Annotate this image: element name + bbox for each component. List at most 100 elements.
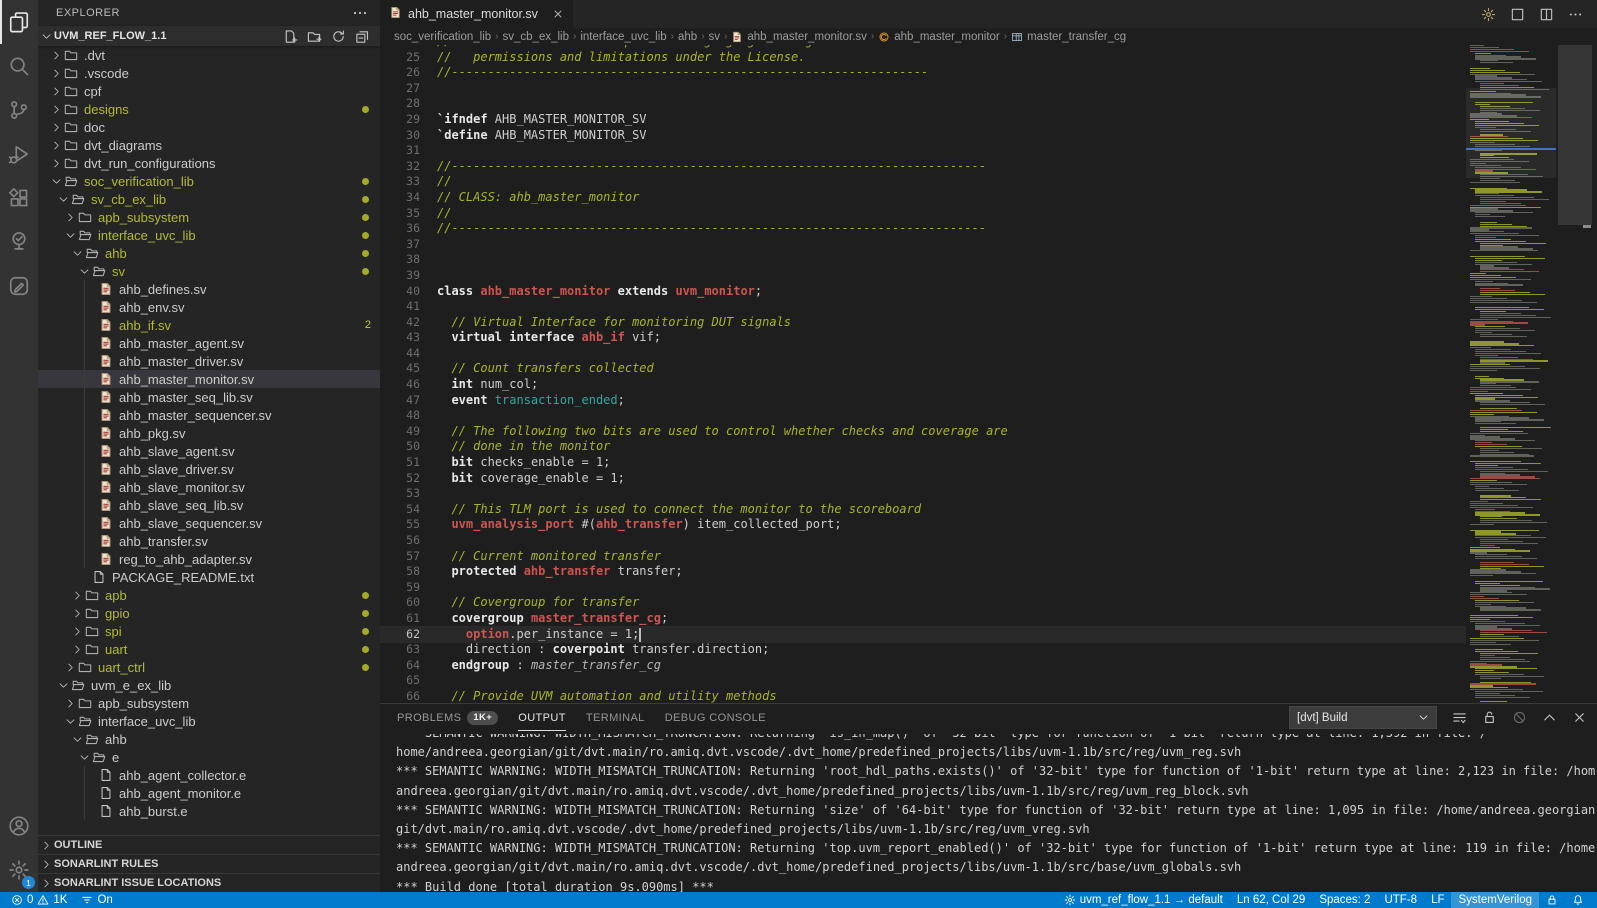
code-line[interactable]: 38	[380, 252, 1466, 268]
code-line[interactable]: 57 // Current monitored transfer	[380, 549, 1466, 565]
code-line[interactable]: 43 virtual interface ahb_if vif;	[380, 330, 1466, 346]
maximize-panel-icon[interactable]	[1542, 710, 1557, 725]
tree-item-ahb[interactable]: ahb	[38, 244, 380, 262]
section-sonarlint-issue-locations[interactable]: SONARLINT ISSUE LOCATIONS	[38, 873, 380, 892]
code-line[interactable]: 39	[380, 268, 1466, 284]
code-line[interactable]: 33//	[380, 174, 1466, 190]
code-line[interactable]: 32//------------------------------------…	[380, 159, 1466, 175]
code-line[interactable]: 61 covergroup master_transfer_cg;	[380, 611, 1466, 627]
open-changes-icon[interactable]	[1510, 7, 1525, 22]
new-file-icon[interactable]	[283, 29, 298, 44]
code-line[interactable]: 34// CLASS: ahb_master_monitor	[380, 190, 1466, 206]
tree-item-e[interactable]: e	[38, 748, 380, 766]
status-encoding[interactable]: UTF-8	[1377, 892, 1424, 908]
activity-account-button[interactable]	[0, 804, 38, 848]
activity-extensions-button[interactable]	[0, 176, 38, 220]
breadcrumb-item-ahb-master-monitor-sv[interactable]: ahb_master_monitor.sv	[731, 31, 867, 43]
tree-item-apb-subsystem[interactable]: apb_subsystem	[38, 208, 380, 226]
more-actions-icon[interactable]	[1568, 7, 1583, 22]
code-line[interactable]: 41	[380, 299, 1466, 315]
tree-item-ahb-master-monitor-sv[interactable]: ahb_master_monitor.sv	[38, 370, 380, 388]
code-line[interactable]: 28	[380, 96, 1466, 112]
code-line[interactable]: 56	[380, 533, 1466, 549]
section-outline[interactable]: OUTLINE	[38, 835, 380, 854]
activity-explorer-button[interactable]	[0, 0, 38, 44]
status-editor-lock[interactable]	[1539, 892, 1565, 908]
tree-item-ahb-master-driver-sv[interactable]: ahb_master_driver.sv	[38, 352, 380, 370]
status-eol[interactable]: LF	[1424, 892, 1451, 908]
tree-item-ahb[interactable]: ahb	[38, 730, 380, 748]
code-line[interactable]: 45 // Count transfers collected	[380, 361, 1466, 377]
code-line[interactable]: 54 // This TLM port is used to connect t…	[380, 502, 1466, 518]
code-line[interactable]: 40class ahb_master_monitor extends uvm_m…	[380, 284, 1466, 300]
code-line[interactable]: 31	[380, 143, 1466, 159]
code-line[interactable]: 51 bit checks_enable = 1;	[380, 455, 1466, 471]
workspace-root-header[interactable]: UVM_REF_FLOW_1.1	[38, 26, 380, 46]
code-line[interactable]: 60 // Covergroup for transfer	[380, 595, 1466, 611]
tree-item-sv[interactable]: sv	[38, 262, 380, 280]
status-problems-counts[interactable]: 01K	[4, 892, 74, 908]
code-line[interactable]: 29`ifndef AHB_MASTER_MONITOR_SV	[380, 112, 1466, 128]
tree-item-ahb-pkg-sv[interactable]: ahb_pkg.sv	[38, 424, 380, 442]
code-line[interactable]: 62 option.per_instance = 1;	[380, 627, 1466, 643]
activity-verification-tree-button[interactable]	[0, 220, 38, 264]
tree-item-ahb-slave-driver-sv[interactable]: ahb_slave_driver.sv	[38, 460, 380, 478]
close-panel-icon[interactable]	[1572, 710, 1587, 725]
tree-item-apb-subsystem[interactable]: apb_subsystem	[38, 694, 380, 712]
activity-search-button[interactable]	[0, 44, 38, 88]
breadcrumb-item-ahb[interactable]: ahb	[678, 31, 697, 43]
panel-tab-problems[interactable]: PROBLEMS1K+	[397, 704, 498, 731]
code-line[interactable]: 63 direction : coverpoint transfer.direc…	[380, 642, 1466, 658]
tree-item-uart-ctrl[interactable]: uart_ctrl	[38, 658, 380, 676]
code-line[interactable]: 52 bit coverage_enable = 1;	[380, 471, 1466, 487]
status-language-mode[interactable]: SystemVerilog	[1451, 892, 1539, 908]
tree-item-uvm-e-ex-lib[interactable]: uvm_e_ex_lib	[38, 676, 380, 694]
code-line[interactable]: 58 protected ahb_transfer transfer;	[380, 564, 1466, 580]
tree-item-ahb-slave-monitor-sv[interactable]: ahb_slave_monitor.sv	[38, 478, 380, 496]
tree-item-designs[interactable]: designs	[38, 100, 380, 118]
code-editor[interactable]: 24// the License for the specific langua…	[380, 45, 1466, 703]
code-line[interactable]: 49 // The following two bits are used to…	[380, 424, 1466, 440]
code-line[interactable]: 50 // done in the monitor	[380, 439, 1466, 455]
activity-edit-note-button[interactable]	[0, 264, 38, 308]
tree-item-reg-to-ahb-adapter-sv[interactable]: reg_to_ahb_adapter.sv	[38, 550, 380, 568]
code-line[interactable]: 30`define AHB_MASTER_MONITOR_SV	[380, 128, 1466, 144]
code-line[interactable]: 55 uvm_analysis_port #(ahb_transfer) ite…	[380, 517, 1466, 533]
tree-item-ahb-if-sv[interactable]: ahb_if.sv2	[38, 316, 380, 334]
tree-item-ahb-slave-agent-sv[interactable]: ahb_slave_agent.sv	[38, 442, 380, 460]
new-folder-icon[interactable]	[307, 29, 322, 44]
tree-item-ahb-transfer-sv[interactable]: ahb_transfer.sv	[38, 532, 380, 550]
output-channel-select[interactable]: [dvt] Build	[1289, 706, 1437, 729]
code-line[interactable]: 53	[380, 486, 1466, 502]
tree-item-ahb-agent-collector-e[interactable]: ahb_agent_collector.e	[38, 766, 380, 784]
code-line[interactable]: 47 event transaction_ended;	[380, 393, 1466, 409]
close-icon[interactable]	[552, 8, 564, 20]
tree-item-apb[interactable]: apb	[38, 586, 380, 604]
panel-tab-terminal[interactable]: TERMINAL	[586, 704, 645, 731]
tree-item-ahb-burst-e[interactable]: ahb_burst.e	[38, 802, 380, 820]
breadcrumb-item-master-transfer-cg[interactable]: master_transfer_cg	[1011, 31, 1126, 43]
tree-item-soc-verification-lib[interactable]: soc_verification_lib	[38, 172, 380, 190]
code-line[interactable]: 27	[380, 81, 1466, 97]
tree-item-spi[interactable]: spi	[38, 622, 380, 640]
build-gear-icon[interactable]	[1481, 7, 1496, 22]
activity-source-control-button[interactable]	[0, 88, 38, 132]
code-line[interactable]: 35//	[380, 206, 1466, 222]
status-indentation[interactable]: Spaces: 2	[1312, 892, 1377, 908]
code-line[interactable]: 59	[380, 580, 1466, 596]
split-editor-icon[interactable]	[1539, 7, 1554, 22]
tree-item-gpio[interactable]: gpio	[38, 604, 380, 622]
code-line[interactable]: 26//------------------------------------…	[380, 65, 1466, 81]
panel-tab-output[interactable]: OUTPUT	[518, 704, 566, 731]
tree-item-dvt-diagrams[interactable]: dvt_diagrams	[38, 136, 380, 154]
tree-item-interface-uvc-lib[interactable]: interface_uvc_lib	[38, 226, 380, 244]
tree-item-ahb-master-seq-lib-sv[interactable]: ahb_master_seq_lib.sv	[38, 388, 380, 406]
code-line[interactable]: 46 int num_col;	[380, 377, 1466, 393]
minimap[interactable]	[1466, 45, 1556, 703]
scrollbar-slider[interactable]	[1558, 45, 1592, 225]
tree-item-ahb-slave-sequencer-sv[interactable]: ahb_slave_sequencer.sv	[38, 514, 380, 532]
code-line[interactable]: 37	[380, 237, 1466, 253]
tree-item-doc[interactable]: doc	[38, 118, 380, 136]
status-active-config[interactable]: uvm_ref_flow_1.1 → default	[1057, 892, 1230, 908]
tree-item-ahb-slave-seq-lib-sv[interactable]: ahb_slave_seq_lib.sv	[38, 496, 380, 514]
